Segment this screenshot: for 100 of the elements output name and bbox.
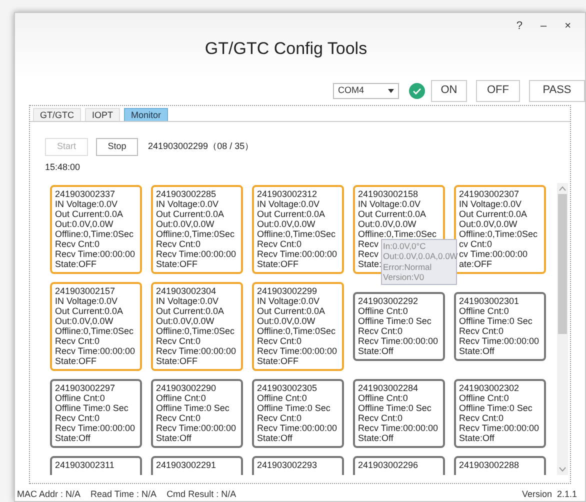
card-text: Recv Cnt:0 [55,412,100,423]
card-text: Out:0.0V,0.0W [358,218,416,229]
card-text: 241903002158 [358,188,418,199]
card-text: Recv [358,248,379,259]
card-text: 241903002301 [459,296,520,306]
stop-button[interactable]: Stop [96,138,138,156]
card-text: Recv Cnt:0 [257,412,302,423]
card-text: 241903002337 [55,188,116,199]
card-text: Recv Time:00:00:00 [358,336,438,346]
card-text: 241903002302 [459,382,520,393]
card-text: IN Voltage:0.0V [459,198,522,209]
card-text: Out Current:0.0A [459,208,528,219]
status-text: Cmd Result : N/A [166,488,236,501]
card-text: Out:0.0V,0.0W [257,218,316,229]
card-text: Recv Time:00:00:00 [55,248,136,259]
card-text: IN Voltage:0.0V [156,198,219,209]
card-text: Out:0.0V,0.0W [257,316,316,326]
card-text: Out Current:0.0A [156,208,224,219]
scroll-down-icon[interactable] [559,466,566,472]
card-text: State:OFF [257,356,299,366]
card-text: Out:0.0V,0.0W [156,218,214,229]
card-text: Recv Time:00:00:00 [55,346,136,356]
card-text: IN Voltage:0.0V [257,296,320,306]
card-text: IN Voltage:0.0V [257,198,320,209]
card-text: Recv Cnt:0 [55,238,100,249]
card-text: Offline Time:0 Sec [358,316,432,326]
scroll-thumb[interactable] [558,194,567,334]
card-text: 241903002290 [156,382,216,393]
card-text: Out:0.0V,0.0W [459,218,518,229]
toolbar-button[interactable]: ON [431,80,467,102]
card-text: State: [358,258,382,269]
card-text: Offline Time:0 Sec [257,402,330,413]
card-text: State:OFF [156,356,198,366]
card-text: State:OFF [156,258,198,269]
card-text: State:Off [55,432,90,443]
close-button[interactable]: × [564,19,571,33]
card-text: Recv Time:00:00:00 [257,422,338,433]
window-title: GT/GTC Config Tools [204,38,368,60]
card-text: State:OFF [55,258,97,269]
card-text: Out Current:0.0A [257,208,326,219]
card-text: Offline Time:0 Sec [459,402,532,413]
card-text: cv Time:00:00:00 [459,248,528,259]
card-text: Out:0.0V,0.0W [55,218,114,229]
card-text: 241903002285 [156,188,216,199]
tab[interactable]: Monitor [124,108,168,122]
tooltip-text: Error:Normal [383,262,432,272]
card-text: State:OFF [257,258,299,269]
card-text: Offline:0,Time:0Sec [257,228,336,239]
card-text: Recv Time:00:00:00 [156,248,236,259]
card-text: Recv Time:00:00:00 [156,346,236,356]
card-text: 241903002293 [257,460,318,470]
status-text: Read Time : N/A [90,488,157,501]
help-button[interactable]: ? [516,19,522,33]
card-text: 241903002304 [156,286,216,296]
card-text: Out Current:0.0A [156,306,224,316]
card-text: Offline:0,Time:0Sec [156,228,235,239]
toolbar-button[interactable]: PASS [529,80,585,102]
card-text: 241903002305 [257,382,318,393]
card-text: State:OFF [55,356,97,366]
card-text: State:Off [156,432,192,443]
tab[interactable]: GT/GTC [33,108,81,122]
card-text: Offline:0,Time:0Sec [459,228,538,239]
card-text: Recv Cnt:0 [156,238,201,249]
card-text: Offline:0,Time:0Sec [55,228,134,239]
current-device-text: 241903002299（08 / 35） [148,140,254,154]
card-text: Offline:0,Time:0Sec [55,326,134,336]
tooltip-text: Out:0.0V,0.0A,0.0W [383,251,458,262]
card-text: State:Off [257,432,292,443]
minimize-button[interactable]: – [540,19,547,33]
card-text: 241903002288 [459,460,520,470]
card-text: Out Current:0.0A [257,306,326,316]
scroll-up-icon[interactable] [559,186,566,191]
card-text: Recv Cnt:0 [257,238,302,249]
card-text: 241903002291 [156,460,216,470]
card-text: IN Voltage:0.0V [55,296,118,306]
card-text: Recv Time:00:00:00 [358,422,438,433]
card-text: ate:OFF [459,258,492,269]
card-text: Offline Cnt:0 [156,392,206,403]
card-text: Recv Cnt:0 [459,326,504,336]
card-text: Offline Cnt:0 [358,392,408,403]
card-text: 241903002307 [459,188,520,199]
toolbar-button[interactable]: OFF [476,80,520,102]
card-text: Recv Cnt:0 [358,412,403,423]
status-text: MAC Addr : N/A [17,488,81,501]
scrollbar[interactable] [557,182,568,475]
tab[interactable]: IOPT [85,108,120,122]
card-text: 241903002297 [55,382,116,393]
card-text: Recv Time:00:00:00 [257,248,338,259]
card-text: Recv Cnt:0 [156,336,201,346]
port-select[interactable]: COM4 [333,82,399,99]
card-text: Out:0.0V,0.0W [156,316,214,326]
card-text: State:Off [459,346,494,356]
card-text: 241903002292 [358,296,418,306]
card-text: State:Off [358,346,394,356]
card-text: 241903002284 [358,382,418,393]
card-text: Recv [358,238,379,249]
card-text: Recv Time:00:00:00 [459,336,540,346]
card-text: Offline:0,Time:0Sec [358,228,437,239]
card-text: Offline Cnt:0 [358,306,408,316]
card-text: State:Off [459,432,494,443]
